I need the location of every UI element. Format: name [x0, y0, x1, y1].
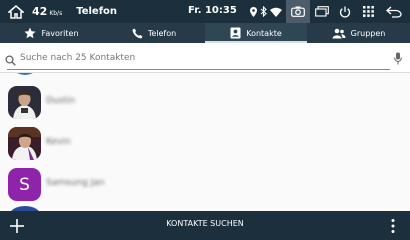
contact-letter-avatar: S	[8, 168, 41, 201]
tab-favoriten[interactable]: Favoriten	[0, 23, 103, 43]
contacts-icon	[230, 27, 241, 39]
tab-label: Kontakte	[246, 28, 282, 38]
find-contacts-button[interactable]: KONTAKTE SUCHEN	[150, 219, 260, 228]
status-bar: 42 Kb/s Telefon Fr. 10:35	[0, 0, 410, 23]
search-bar	[0, 43, 410, 73]
contact-avatar	[9, 73, 41, 75]
tab-label: Favoriten	[41, 28, 79, 38]
phone-icon	[132, 28, 143, 38]
contact-photo	[8, 86, 41, 119]
bluetooth-icon	[258, 0, 268, 23]
microphone-icon[interactable]	[394, 50, 402, 69]
home-icon[interactable]	[4, 0, 28, 23]
contact-name: Samsung Jan	[46, 178, 105, 188]
contact-list[interactable]: Dustin Kevin S Samsung Jan	[0, 73, 410, 211]
plus-icon	[10, 219, 24, 233]
bottom-bar: KONTAKTE SUCHEN	[0, 211, 410, 240]
wifi-icon	[269, 0, 283, 23]
star-icon	[24, 27, 37, 39]
more-options-icon[interactable]	[390, 218, 396, 234]
battery-level: 42	[32, 5, 48, 18]
network-speed: Kb/s	[49, 9, 63, 17]
contact-row[interactable]: Dustin	[0, 83, 410, 123]
contact-row[interactable]: S Samsung Jan	[0, 165, 410, 205]
contact-row[interactable]: Kevin	[0, 124, 410, 164]
tab-telefon[interactable]: Telefon	[103, 23, 205, 43]
group-icon	[332, 28, 346, 38]
tab-gruppen[interactable]: Gruppen	[307, 23, 410, 43]
app-title: Telefon	[76, 6, 118, 17]
recent-apps-icon[interactable]	[312, 0, 332, 23]
power-icon[interactable]	[335, 0, 355, 23]
search-input[interactable]	[20, 50, 380, 66]
apps-grid-icon[interactable]	[358, 0, 378, 23]
contact-name: Dustin	[46, 96, 76, 106]
search-icon	[5, 51, 16, 70]
location-icon	[248, 0, 258, 23]
back-icon[interactable]	[383, 0, 405, 23]
contact-photo	[8, 127, 41, 160]
tab-bar: Favoriten Telefon Kontakte Gruppen	[0, 23, 410, 43]
add-contact-button[interactable]	[8, 217, 26, 235]
screen: 42 Kb/s Telefon Fr. 10:35 Favoriten Tele…	[0, 0, 410, 240]
search-underline	[7, 69, 390, 70]
clock: Fr. 10:35	[188, 5, 237, 16]
tab-kontakte[interactable]: Kontakte	[205, 23, 307, 43]
contact-name: Kevin	[46, 137, 71, 147]
camera-icon[interactable]	[286, 0, 310, 23]
tab-label: Telefon	[147, 28, 177, 38]
tab-label: Gruppen	[350, 28, 386, 38]
